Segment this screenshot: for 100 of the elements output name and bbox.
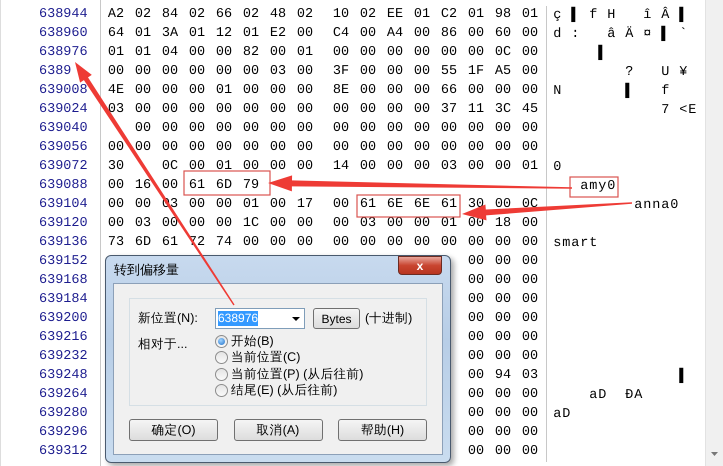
ascii-text: N ▌ f [553, 84, 670, 99]
ascii-text: d : â Ä ¤ ▌ ` [553, 27, 688, 42]
offset-label: 639072 [39, 158, 88, 176]
radio-option[interactable]: 当前位置(P) (从后往前) [215, 366, 364, 382]
hex-byte: 00 [522, 44, 537, 62]
hex-byte: 00 [216, 139, 231, 158]
scroll-down-icon[interactable] [711, 452, 718, 456]
hex-byte: 01 [134, 25, 150, 44]
hex-byte: 00 [242, 158, 258, 176]
hex-byte: 00 [468, 310, 483, 328]
hex-byte: 00 [188, 63, 204, 82]
hex-byte: 00 [270, 139, 285, 158]
hex-byte: 00 [360, 82, 375, 100]
hex-byte: 45 [522, 101, 537, 120]
hex-byte: 00 [522, 234, 537, 252]
hex-byte: 00 [494, 234, 510, 252]
hex-byte: 03 [270, 63, 285, 82]
offset-label: 639120 [39, 215, 88, 234]
ascii-text: aD [553, 407, 572, 422]
scrollbar[interactable] [705, 0, 723, 466]
hex-byte: 00 [108, 63, 123, 82]
hex-byte: 02 [242, 6, 258, 24]
hex-byte: 3A [162, 25, 177, 44]
dialog-button[interactable]: 帮助(H) [338, 419, 427, 441]
hex-byte: C2 [440, 6, 456, 24]
radio-option[interactable]: 结尾(E) (从后往前) [215, 382, 364, 399]
hex-byte: 00 [494, 443, 510, 462]
hex-byte: 00 [332, 101, 348, 120]
hex-byte: 74 [216, 234, 231, 252]
hex-byte: 00 [386, 234, 402, 252]
radio-button[interactable] [215, 334, 228, 348]
hex-byte: 00 [468, 234, 483, 252]
hex-byte: 00 [522, 272, 537, 290]
hex-byte: 00 [242, 120, 258, 138]
hex-byte: 00 [162, 120, 177, 138]
hex-byte: 00 [468, 405, 483, 424]
hex-byte: 00 [332, 234, 348, 252]
hex-byte: 00 [332, 120, 348, 138]
offset-label: 639216 [39, 329, 88, 348]
hex-byte: 86 [440, 25, 456, 44]
hex-byte: 00 [134, 82, 150, 100]
hex-byte: 00 [360, 158, 375, 176]
hex-byte: 00 [494, 158, 510, 176]
hex-byte: 00 [522, 253, 537, 272]
dropdown-caret-icon[interactable] [292, 316, 300, 320]
dialog-button[interactable]: 取消(A) [234, 419, 322, 441]
hex-byte: 00 [440, 139, 456, 158]
hex-byte: 00 [440, 120, 456, 138]
offset-label: 639152 [39, 253, 88, 272]
hex-byte: 55 [440, 63, 456, 82]
hex-byte: 00 [270, 234, 285, 252]
hex-byte: 00 [494, 424, 510, 442]
hex-byte: A4 [386, 25, 402, 44]
hex-byte: 30 [108, 158, 123, 176]
hex-byte: 00 [360, 44, 375, 62]
hex-byte: 00 [494, 82, 510, 100]
hex-byte: 00 [296, 215, 312, 234]
hex-byte: 00 [522, 120, 537, 138]
hex-byte: 03 [134, 215, 150, 234]
radio-option[interactable]: 开始(B) [215, 333, 364, 350]
radio-button[interactable] [215, 384, 228, 398]
ascii-text: amy0 [580, 179, 616, 194]
hex-byte: 00 [494, 139, 510, 158]
hex-byte: 00 [216, 215, 231, 234]
hex-byte: 00 [522, 424, 537, 442]
hex-byte: 3F [332, 63, 348, 82]
close-button[interactable]: x [398, 256, 442, 275]
offset-label: 639168 [39, 272, 88, 290]
ascii-text: ▌ [679, 369, 688, 384]
hex-byte: 00 [468, 272, 483, 290]
radio-button[interactable] [215, 351, 228, 364]
hex-byte: 01 [216, 82, 231, 100]
hex-byte: 00 [522, 139, 537, 158]
radio-button[interactable] [215, 368, 228, 381]
hex-byte: 66 [216, 6, 231, 24]
hex-byte: 00 [494, 405, 510, 424]
hex-byte: 14 [332, 158, 348, 176]
bytes-button[interactable]: Bytes [313, 308, 360, 329]
hex-byte: 01 [522, 158, 537, 176]
hex-byte: 00 [242, 63, 258, 82]
hex-byte: 00 [162, 101, 177, 120]
hex-byte: EE [386, 6, 402, 24]
hex-byte: 00 [386, 63, 402, 82]
hex-byte: 01 [296, 44, 312, 62]
hex-byte: 00 [414, 25, 429, 44]
hex-byte: 02 [360, 6, 375, 24]
hex-byte: 03 [522, 367, 537, 386]
hex-byte: 00 [360, 139, 375, 158]
hex-byte: 00 [494, 310, 510, 328]
dialog-button[interactable]: 确定(O) [129, 419, 218, 441]
radio-option[interactable]: 当前位置(C) [215, 350, 364, 366]
hex-byte: 60 [494, 25, 510, 44]
hex-byte: A2 [108, 6, 123, 24]
hex-byte: 00 [270, 158, 285, 176]
hex-byte: 00 [216, 120, 231, 138]
hex-byte: 00 [162, 215, 177, 234]
hex-byte: 00 [216, 44, 231, 62]
hex-byte: 00 [296, 158, 312, 176]
hex-byte: 8E [332, 82, 348, 100]
ascii-text: smart [553, 236, 598, 251]
